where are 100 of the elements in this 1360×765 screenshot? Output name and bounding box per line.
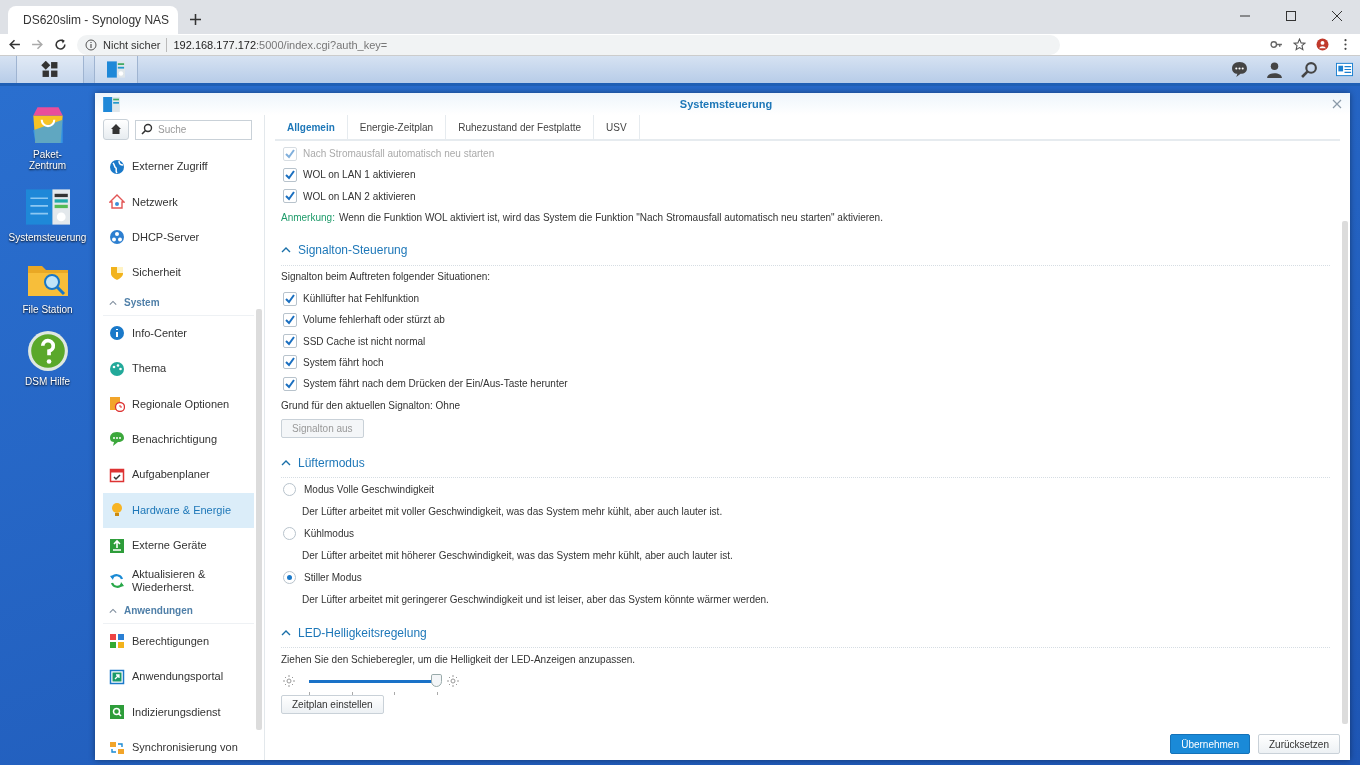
caret-icon — [109, 607, 117, 614]
section-title: Signalton-Steuerung — [298, 243, 408, 258]
taskbar-app-button[interactable] — [94, 56, 138, 83]
chat-icon — [109, 431, 125, 448]
sidebar-item[interactable]: Hardware & Energie — [103, 492, 254, 528]
checkbox-label: Volume fehlerhaft oder stürzt ab — [303, 314, 445, 326]
button[interactable]: Übernehmen — [1170, 734, 1250, 754]
checkbox-label: SSD Cache ist nicht normal — [303, 335, 426, 347]
sidebar-item[interactable]: Benachrichtigung — [103, 421, 254, 458]
sidebar-item[interactable]: Indizierungsdienst — [103, 694, 254, 730]
slider-thumb[interactable] — [431, 673, 442, 687]
tab[interactable]: USV — [594, 115, 640, 139]
sidebar-item[interactable]: DHCP-Server — [103, 219, 254, 256]
reload-icon[interactable] — [54, 38, 67, 51]
desktop-shortcut[interactable]: DSM Hilfe — [0, 330, 95, 387]
browser-tab[interactable]: DS620slim - Synology NAS — [8, 6, 178, 34]
maximize-icon[interactable] — [1286, 11, 1296, 21]
profile-icon[interactable] — [1316, 38, 1329, 51]
sidebar-item[interactable]: Regionale Optionen — [103, 386, 254, 422]
link-icon — [109, 668, 125, 685]
address-field[interactable]: Nicht sicher 192.168.177.172:5000/index.cgi?auth_key= — [77, 34, 1060, 55]
radio-button[interactable] — [283, 570, 296, 584]
home-button[interactable] — [103, 118, 129, 140]
control-panel-icon — [103, 96, 120, 112]
info-icon — [109, 325, 125, 342]
sidebar-item[interactable]: Berechtigungen — [103, 623, 254, 660]
globe-icon — [109, 158, 125, 175]
caret-icon — [109, 299, 117, 306]
sidebar-item[interactable]: Aufgabenplaner — [103, 457, 254, 493]
section-label: System — [124, 297, 160, 309]
radio-button[interactable] — [283, 482, 296, 496]
widgets-icon[interactable] — [1336, 61, 1353, 78]
control-panel-icon — [107, 61, 125, 78]
desktop-shortcut[interactable]: File Station — [0, 258, 95, 315]
star-icon[interactable] — [1293, 38, 1306, 51]
radio-button[interactable] — [283, 526, 296, 540]
network-icon — [109, 229, 125, 246]
scrollbar[interactable] — [256, 309, 262, 730]
button[interactable]: Zurücksetzen — [1257, 734, 1340, 754]
checkbox[interactable] — [283, 167, 297, 182]
folder-sync-icon — [109, 739, 125, 756]
search-icon — [141, 123, 153, 135]
section-title: Lüftermodus — [298, 455, 365, 470]
user-icon[interactable] — [1266, 61, 1283, 78]
sync-icon — [109, 573, 125, 589]
caret-icon[interactable] — [281, 629, 291, 636]
desktop-shortcut[interactable]: Paket- Zentrum — [0, 103, 95, 171]
checkbox[interactable] — [283, 355, 297, 370]
tab[interactable]: Ruhezustand der Festplatte — [446, 115, 595, 139]
control-panel-icon — [25, 186, 70, 228]
help-icon — [25, 330, 70, 372]
tab[interactable]: Allgemein — [275, 115, 348, 139]
sidebar-item[interactable]: Info-Center — [103, 315, 254, 351]
grid-icon — [41, 61, 59, 78]
house-icon — [109, 194, 125, 211]
section-header[interactable]: System — [103, 290, 254, 316]
caret-icon[interactable] — [281, 247, 291, 254]
button[interactable]: Zeitplan einstellen — [281, 694, 384, 714]
brightness-low-icon — [283, 675, 295, 688]
sidebar-item[interactable]: Sicherheit — [103, 255, 254, 291]
checkbox-label: WOL on LAN 2 aktivieren — [303, 190, 416, 202]
search-field[interactable]: Suche — [135, 119, 252, 140]
search-icon[interactable] — [1301, 61, 1318, 78]
main-menu-button[interactable] — [16, 56, 84, 83]
section-text: Ziehen Sie den Schieberegler, um die Helligkeit der LED-Anzeigen anzupassen. — [281, 652, 637, 667]
checkbox[interactable] — [283, 312, 297, 327]
button: Signalton aus — [281, 418, 364, 438]
checkbox[interactable] — [283, 334, 297, 349]
radio-label: Stiller Modus — [304, 571, 362, 583]
close-icon[interactable] — [1332, 11, 1342, 21]
sidebar-item[interactable]: Synchronisierung von — [103, 729, 254, 765]
brightness-high-icon — [447, 675, 459, 688]
new-tab-icon[interactable] — [190, 14, 201, 25]
sidebar-item[interactable]: Externe Geräte — [103, 527, 254, 564]
sidebar-item[interactable]: Aktualisieren & Wiederherst. — [103, 563, 254, 599]
checkbox[interactable] — [283, 291, 297, 306]
chat-icon[interactable] — [1231, 61, 1248, 78]
calendar-icon — [109, 466, 125, 483]
back-icon[interactable] — [8, 38, 21, 51]
scrollbar[interactable] — [1342, 221, 1348, 724]
sidebar-item[interactable]: Thema — [103, 350, 254, 387]
tab[interactable]: Energie-Zeitplan — [347, 115, 447, 139]
section-text: Signalton beim Auftreten folgender Situationen: — [281, 270, 492, 285]
key-icon[interactable] — [1270, 38, 1283, 51]
desktop-shortcut[interactable]: Systemsteuerung — [0, 186, 95, 243]
status-text: Grund für den aktuellen Signalton: Ohne — [281, 398, 461, 413]
checkbox-label: Nach Stromausfall automatisch neu starten — [303, 148, 495, 160]
section-label: Anwendungen — [124, 605, 193, 617]
checkbox[interactable] — [283, 189, 297, 204]
sidebar-item[interactable]: Anwendungsportal — [103, 659, 254, 695]
section-header[interactable]: Anwendungen — [103, 598, 254, 624]
palette-icon — [109, 360, 125, 377]
tab-title: DS620slim - Synology NAS — [23, 13, 170, 27]
checkbox[interactable] — [283, 376, 297, 391]
sidebar-item[interactable]: Netzwerk — [103, 184, 254, 220]
caret-icon[interactable] — [281, 459, 291, 466]
checkbox-label: System fährt hoch — [303, 356, 384, 368]
window-title: Systemsteuerung — [678, 98, 774, 110]
sidebar-item[interactable]: Externer Zugriff — [103, 149, 254, 185]
option-description: Der Lüfter arbeitet mit höherer Geschwindigkeit, was das System mehr kühlt, aber auch lauter ist. — [301, 548, 734, 563]
